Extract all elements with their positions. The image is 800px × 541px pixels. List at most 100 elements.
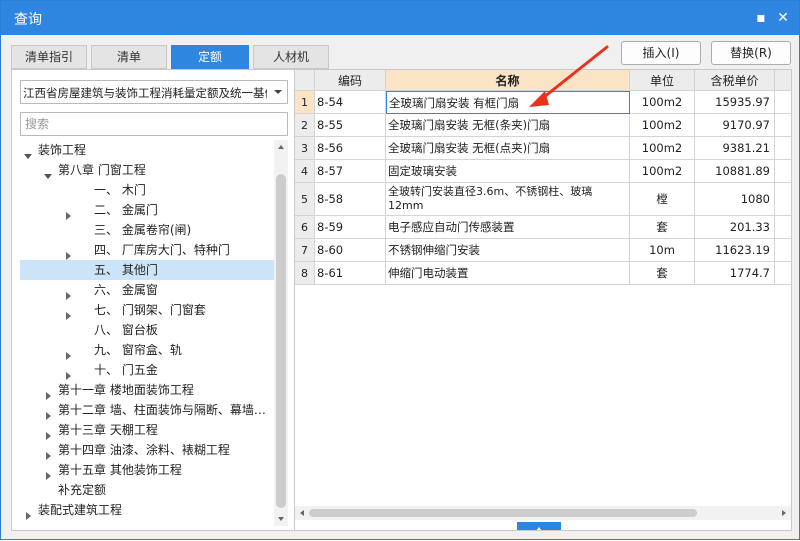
row-number[interactable]: 2 xyxy=(295,114,315,137)
scroll-down-icon[interactable] xyxy=(274,512,288,526)
tree-item[interactable]: 第八章 门窗工程 xyxy=(20,160,274,180)
tree-item[interactable]: 五、 其他门 xyxy=(20,260,274,280)
tree-item[interactable]: 第十二章 墙、柱面装饰与隔断、幕墙工程 xyxy=(20,400,274,420)
tree-collapsed-icon[interactable] xyxy=(44,446,52,460)
insert-button[interactable]: 插入(I) xyxy=(621,41,701,65)
quota-chapter-tree[interactable]: 装饰工程 第八章 门窗工程 一、 木门 二、 金属门 三、 金属卷帘(闸) 四、 厂库房大… xyxy=(20,140,274,526)
cell-name[interactable]: 全玻转门安装直径3.6m、不锈钢柱、玻璃12mm xyxy=(386,183,630,216)
cell-code[interactable]: 8-61 xyxy=(315,262,386,285)
replace-button[interactable]: 替换(R) xyxy=(711,41,791,65)
tree-item[interactable]: 补充定额 xyxy=(20,480,274,500)
cell-price[interactable]: 201.33 xyxy=(695,216,775,239)
tree-item[interactable]: 八、 窗台板 xyxy=(20,320,274,340)
tree-item[interactable]: 四、 厂库房大门、特种门 xyxy=(20,240,274,260)
cell-unit[interactable]: 樘 xyxy=(630,183,695,216)
tree-collapsed-icon[interactable] xyxy=(64,306,72,320)
column-header-name[interactable]: 名称 xyxy=(386,70,630,91)
search-input[interactable] xyxy=(20,112,288,136)
cell-unit[interactable]: 10m xyxy=(630,239,695,262)
cell-name[interactable]: 全玻璃门扇安装 无框(点夹)门扇 xyxy=(386,137,630,160)
tree-item[interactable]: 二、 金属门 xyxy=(20,200,274,220)
cell-unit[interactable]: 100m2 xyxy=(630,114,695,137)
tree-item[interactable]: 第十三章 天棚工程 xyxy=(20,420,274,440)
tab-labor-material-machine[interactable]: 人材机 xyxy=(253,45,329,69)
grid-horizontal-scrollbar[interactable] xyxy=(295,506,791,520)
tree-item[interactable]: 九、 窗帘盒、轨 xyxy=(20,340,274,360)
cell-name[interactable]: 固定玻璃安装 xyxy=(386,160,630,183)
cell-price[interactable]: 9170.97 xyxy=(695,114,775,137)
row-number[interactable]: 6 xyxy=(295,216,315,239)
tree-collapsed-icon[interactable] xyxy=(64,346,72,360)
cell-price[interactable]: 11623.19 xyxy=(695,239,775,262)
tab-bill[interactable]: 清单 xyxy=(91,45,167,69)
cell-unit[interactable]: 100m2 xyxy=(630,137,695,160)
tree-collapsed-icon[interactable] xyxy=(24,506,32,520)
cell-code[interactable]: 8-54 xyxy=(315,91,386,114)
cell-name[interactable]: 不锈钢伸缩门安装 xyxy=(386,239,630,262)
tree-item[interactable]: 装饰工程 xyxy=(20,140,274,160)
tree-collapsed-icon[interactable] xyxy=(44,426,52,440)
cell-code[interactable]: 8-57 xyxy=(315,160,386,183)
tree-item[interactable]: 三、 金属卷帘(闸) xyxy=(20,220,274,240)
tree-item[interactable]: 七、 门钢架、门窗套 xyxy=(20,300,274,320)
cell-code[interactable]: 8-58 xyxy=(315,183,386,216)
tree-item[interactable]: 六、 金属窗 xyxy=(20,280,274,300)
cell-unit[interactable]: 套 xyxy=(630,262,695,285)
tree-item[interactable]: 第十一章 楼地面装饰工程 xyxy=(20,380,274,400)
close-button[interactable]: ✕ xyxy=(773,8,793,28)
tab-quota[interactable]: 定额 xyxy=(171,45,249,69)
chevron-down-icon[interactable] xyxy=(269,81,287,103)
quota-library-select[interactable]: 江西省房屋建筑与装饰工程消耗量定额及统一基价表(2017) xyxy=(20,80,288,104)
row-number[interactable]: 7 xyxy=(295,239,315,262)
panel-collapse-handle[interactable] xyxy=(517,522,561,530)
column-header-price[interactable]: 含税单价 xyxy=(695,70,775,91)
cell-unit[interactable]: 100m2 xyxy=(630,91,695,114)
row-number[interactable]: 1 xyxy=(295,91,315,114)
cell-price[interactable]: 9381.21 xyxy=(695,137,775,160)
cell-code[interactable]: 8-59 xyxy=(315,216,386,239)
tree-vertical-scrollbar[interactable] xyxy=(274,140,288,526)
cell-extra xyxy=(775,114,791,137)
column-header-unit[interactable]: 单位 xyxy=(630,70,695,91)
scroll-thumb[interactable] xyxy=(276,174,286,508)
row-number[interactable]: 8 xyxy=(295,262,315,285)
cell-code[interactable]: 8-56 xyxy=(315,137,386,160)
tree-collapsed-icon[interactable] xyxy=(64,246,72,260)
cell-name[interactable]: 伸缩门电动装置 xyxy=(386,262,630,285)
tree-collapsed-icon[interactable] xyxy=(44,386,52,400)
cell-price[interactable]: 15935.97 xyxy=(695,91,775,114)
cell-unit[interactable]: 100m2 xyxy=(630,160,695,183)
scroll-thumb[interactable] xyxy=(309,509,697,517)
minimize-button[interactable]: ▪ xyxy=(751,8,771,28)
row-number[interactable]: 5 xyxy=(295,183,315,216)
cell-price[interactable]: 1080 xyxy=(695,183,775,216)
scroll-right-icon[interactable] xyxy=(777,506,791,520)
tree-collapsed-icon[interactable] xyxy=(44,466,52,480)
tree-expanded-icon[interactable] xyxy=(24,146,32,159)
row-number[interactable]: 3 xyxy=(295,137,315,160)
tab-bill-guide[interactable]: 清单指引 xyxy=(11,45,87,69)
cell-code[interactable]: 8-55 xyxy=(315,114,386,137)
tree-collapsed-icon[interactable] xyxy=(64,286,72,300)
tree-expanded-icon[interactable] xyxy=(44,166,52,179)
cell-price[interactable]: 1774.7 xyxy=(695,262,775,285)
tree-item[interactable]: 第十四章 油漆、涂料、裱糊工程 xyxy=(20,440,274,460)
cell-price[interactable]: 10881.89 xyxy=(695,160,775,183)
cell-name[interactable]: 全玻璃门扇安装 有框门扇 xyxy=(386,91,630,114)
tree-item[interactable]: 第十五章 其他装饰工程 xyxy=(20,460,274,480)
row-number[interactable]: 4 xyxy=(295,160,315,183)
scroll-left-icon[interactable] xyxy=(295,506,309,520)
cell-name[interactable]: 全玻璃门扇安装 无框(条夹)门扇 xyxy=(386,114,630,137)
tree-collapsed-icon[interactable] xyxy=(64,206,72,220)
tree-collapsed-icon[interactable] xyxy=(44,406,52,420)
column-header-code[interactable]: 编码 xyxy=(315,70,386,91)
tree-item[interactable]: 十、 门五金 xyxy=(20,360,274,380)
tree-item[interactable]: 装配式建筑工程 xyxy=(20,500,274,520)
scroll-up-icon[interactable] xyxy=(274,140,288,154)
cell-code[interactable]: 8-60 xyxy=(315,239,386,262)
cell-name[interactable]: 电子感应自动门传感装置 xyxy=(386,216,630,239)
tree-item[interactable]: 一、 木门 xyxy=(20,180,274,200)
cell-unit[interactable]: 套 xyxy=(630,216,695,239)
title-bar[interactable]: 查询 ▪ ✕ xyxy=(1,1,799,35)
tree-collapsed-icon[interactable] xyxy=(64,366,72,380)
